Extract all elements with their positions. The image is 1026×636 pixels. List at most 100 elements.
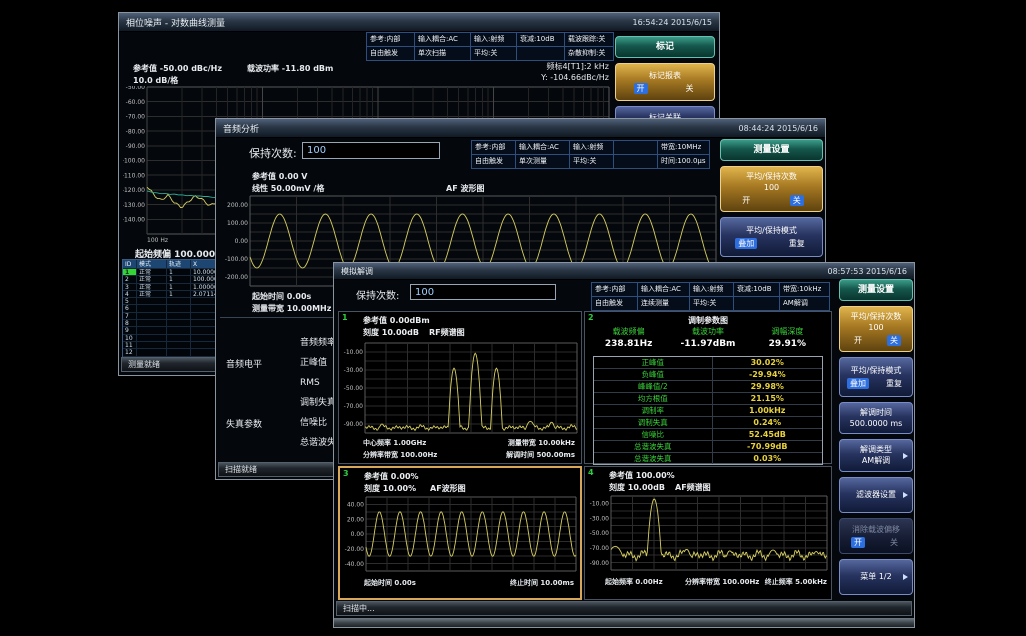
mod-param-value: 30.02% [713,357,822,368]
toggle-option-active[interactable]: 开 [634,83,648,94]
panel-number: 4 [588,468,594,477]
mod-param-label: 调制失真 [594,417,713,428]
y-axis-tick-label: -10.00 [344,349,364,356]
mod-param-row: 峰峰值/229.98% [594,381,822,393]
softkey-carrier-offset-remove[interactable]: 消除载波偏移开关 [839,518,913,554]
marker-header-cell: ID [123,260,137,269]
hold-count-input[interactable] [410,284,556,300]
mod-param-value: 0.03% [713,453,822,464]
softkey-avg-hold-count[interactable]: 平均/保持次数100开关 [720,166,823,212]
marker-cell [167,305,191,312]
y-axis-tick-label: -100.00 [123,158,145,165]
y-axis-tick-label: 0.00 [235,238,249,245]
toggle-option[interactable]: 关 [683,83,697,94]
panel-rf-spectrum[interactable]: 1 参考值 0.00dBm 刻度 10.00dB RF频谱图 -10.00-30… [338,311,582,464]
softkey-avg-hold-mode[interactable]: 平均/保持模式叠加重复 [720,217,823,257]
softkey-column: 测量设置平均/保持次数100开关平均/保持模式叠加重复解调时间500.0000 … [839,279,913,595]
clock: 08:44:24 2015/6/16 [739,124,819,133]
status-cell: 带宽:10kHz [779,282,830,297]
marker-header-cell: 模式 [137,260,167,269]
marker-cell: 1 [123,269,137,276]
window-title: 模拟解调 [341,266,373,277]
toggle-option-active[interactable]: 开 [851,537,865,548]
mod-param-row: 总谐波失真-70.99dB [594,441,822,453]
y-axis-tick-label: -40.00 [345,561,365,568]
panel-af-spectrum[interactable]: 4 参考值 100.00% 刻度 10.00dB AF频谱图 -10.00-30… [584,466,832,600]
status-cell: 时间:100.0μs [657,154,710,169]
hold-count-label: 保持次数: [356,287,399,302]
marker-cell [137,342,167,349]
softkey-filter-setup[interactable]: 滤波器设置 [839,477,913,513]
y-axis-tick-label: -80.00 [126,128,146,135]
mod-head-col: 调幅深度29.91% [748,326,827,349]
toggle-option-active[interactable]: 关 [790,195,804,206]
softkey-avg-hold-mode[interactable]: 平均/保持模式叠加重复 [839,357,913,397]
toggle-option[interactable]: 重复 [786,238,808,249]
hold-count-label: 保持次数: [249,145,297,161]
softkey-demod-type[interactable]: 解调类型AM解调 [839,439,913,472]
panel-mod-params[interactable]: 2 调制参数图 载波频偏238.81Hz载波功率-11.97dBm调幅深度29.… [584,311,832,464]
toggle-option[interactable]: 开 [851,335,865,346]
marker-cell: 1 [167,276,191,283]
carrier-power-readout: 载波功率 -11.80 dBm [247,63,333,74]
mod-param-row: 总谐波失真0.03% [594,453,822,464]
hold-count-input[interactable] [302,142,440,159]
toggle-option[interactable]: 关 [887,537,901,548]
y-axis-tick-label: 100.00 [227,220,248,227]
toggle-option-active[interactable]: 叠加 [847,378,869,389]
softkey-title: 测量设置 [721,145,822,155]
softkey-title: 解调时间 [840,408,912,418]
mod-param-label: 负峰值 [594,369,713,380]
status-cell [516,46,565,61]
softkey-meas-setup[interactable]: 测量设置 [839,279,913,301]
softkey-avg-hold-count[interactable]: 平均/保持次数100开关 [839,306,913,352]
status-cell: 自由触发 [591,296,638,311]
y-axis-tick-label: -70.00 [590,545,610,552]
table-title: 调制参数图 [585,315,831,326]
marker-cell: 1 [167,284,191,291]
marker-cell [167,327,191,334]
ref-value-readout: 参考值 0.00 V [252,171,308,182]
y-axis-tick-label: -10.00 [590,501,610,508]
toggle-option-active[interactable]: 关 [887,335,901,346]
softkey-toggle-row: 开关 [840,537,912,548]
marker-cell [137,313,167,320]
mod-param-row: 正峰值30.02% [594,357,822,369]
mod-param-table: 正峰值30.02%负峰值-29.94%峰峰值/229.98%均方根值21.15%… [593,356,823,465]
submenu-arrow-icon [903,453,908,459]
marker-cell [167,335,191,342]
rbw-caption: 分辨率带宽 100.00Hz [363,450,437,460]
status-cell: 平均:关 [689,296,734,311]
screen: 相位噪声 - 对数曲线测量 16:54:24 2015/6/15 参考:内部输入… [0,0,1026,636]
softkey-title: 测量设置 [840,285,912,295]
window-title: 相位噪声 - 对数曲线测量 [126,16,225,29]
mod-param-label: 调制率 [594,405,713,416]
toggle-option-active[interactable]: 叠加 [735,238,757,249]
y-axis-tick-label: -140.00 [123,217,145,224]
mod-param-row: 调制失真0.24% [594,417,822,429]
marker-cell: 4 [123,291,137,298]
scale-readout: 刻度 10.00% [364,483,416,494]
softkey-marker[interactable]: 标记 [615,36,715,58]
marker-cell: 11 [123,342,137,349]
titlebar-phase-noise: 相位噪声 - 对数曲线测量 16:54:24 2015/6/15 [119,13,719,32]
softkey-demod-time[interactable]: 解调时间500.0000 ms [839,402,913,434]
status-cell: 输入耦合:AC [515,140,570,155]
y-axis-tick-label: -50.00 [590,530,610,537]
toggle-option[interactable]: 重复 [883,378,905,389]
chart-title: AF频谱图 [675,482,831,493]
marker-cell [167,320,191,327]
panel-af-waveform[interactable]: 3 参考值 0.00% 刻度 10.00% AF波形图 40.0020.000.… [338,466,582,600]
status-text: 扫描就绪 [225,464,257,475]
window-analog-demod: 模拟解调 08:57:53 2015/6/16 保持次数: 参考:内部输入耦合:… [333,262,915,628]
softkey-meas-setup[interactable]: 测量设置 [720,139,823,161]
softkey-menu-1-2[interactable]: 菜单 1/2 [839,559,913,595]
submenu-arrow-icon [903,492,908,498]
softkey-marker-report[interactable]: 标记报表开关 [615,63,715,101]
status-cell: 平均:关 [569,154,614,169]
status-table: 参考:内部输入耦合:AC输入:射频衰减:10dB载波跟踪:关自由触发单次扫描平均… [367,32,614,60]
y-axis-tick-label: -130.00 [123,202,145,209]
softkey-title: 平均/保持次数 [840,312,912,322]
status-text: 测量就绪 [128,359,160,370]
toggle-option[interactable]: 开 [739,195,753,206]
